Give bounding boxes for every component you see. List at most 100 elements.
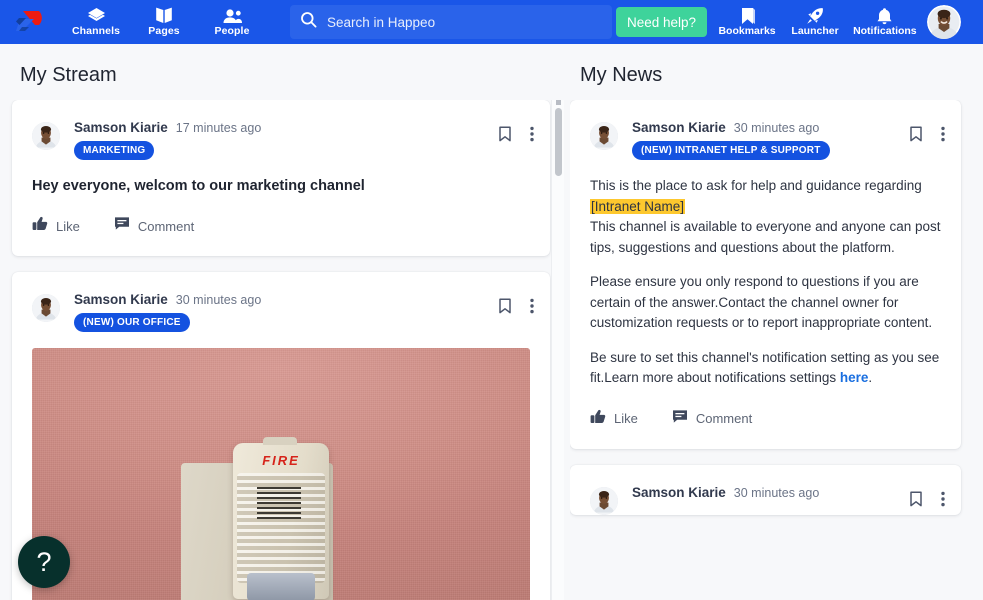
alarm-strobe [247, 573, 315, 600]
happeo-logo-icon[interactable] [0, 0, 62, 44]
rocket-icon [806, 7, 824, 24]
nav-item-channels[interactable]: Channels [62, 0, 130, 44]
main-content: My Stream Samson Kiarie 17 minutes ago M… [0, 44, 983, 600]
nav-label-channels: Channels [71, 25, 121, 37]
bookmark-outline-icon[interactable] [498, 126, 512, 142]
nav-item-launcher[interactable]: Launcher [781, 0, 849, 44]
intranet-name-highlight: [Intranet Name] [590, 198, 686, 214]
post-title: Hey everyone, welcom to our marketing ch… [32, 178, 365, 194]
help-button[interactable]: ? [18, 536, 70, 588]
fire-alarm-photo[interactable]: FIRE [32, 348, 530, 600]
comment-label: Comment [695, 411, 753, 426]
more-vertical-icon[interactable] [530, 298, 534, 314]
post-card[interactable]: Samson Kiarie 30 minutes ago (NEW) INTRA… [570, 100, 961, 449]
layers-icon [87, 7, 106, 24]
bookmark-icon [739, 7, 756, 24]
post-paragraph-1: This is the place to ask for help and gu… [590, 176, 941, 258]
channel-tag[interactable]: (NEW) INTRANET HELP & SUPPORT [632, 141, 830, 160]
post-timestamp: 17 minutes ago [175, 121, 262, 135]
top-navigation-bar: Channels Pages People Search in Happeo N… [0, 0, 983, 44]
bookmark-outline-icon[interactable] [909, 126, 923, 142]
news-scroll-area: Samson Kiarie 30 minutes ago (NEW) INTRA… [570, 100, 983, 600]
alarm-grille [257, 487, 301, 521]
alarm-body: FIRE [233, 437, 329, 600]
post-paragraph-3: Be sure to set this channel's notificati… [590, 348, 941, 389]
comment-button[interactable]: Comment [114, 216, 194, 236]
post-author[interactable]: Samson Kiarie [74, 292, 168, 307]
post-timestamp: 30 minutes ago [175, 293, 262, 307]
stream-column: My Stream Samson Kiarie 17 minutes ago M… [0, 44, 570, 600]
post-header: Samson Kiarie 17 minutes ago MARKETING [12, 100, 550, 160]
scroll-up-arrow[interactable] [556, 100, 561, 105]
more-vertical-icon[interactable] [530, 126, 534, 142]
avatar[interactable] [926, 5, 961, 39]
post-header: Samson Kiarie 30 minutes ago (NEW) OUR O… [12, 272, 550, 332]
channel-tag[interactable]: MARKETING [74, 141, 155, 160]
post-meta: Samson Kiarie 30 minutes ago (NEW) OUR O… [74, 292, 498, 332]
post-avatar[interactable] [590, 486, 618, 515]
post-text: This is the place to ask for help and gu… [590, 176, 941, 389]
main-nav: Channels Pages People [62, 0, 266, 44]
post-header-actions [909, 126, 945, 142]
more-vertical-icon[interactable] [941, 126, 945, 142]
post-avatar[interactable] [32, 122, 60, 150]
scrollbar-thumb[interactable] [555, 108, 562, 176]
need-help-button[interactable]: Need help? [616, 7, 708, 37]
channel-tag[interactable]: (NEW) OUR OFFICE [74, 313, 190, 332]
post-body: This is the place to ask for help and gu… [570, 160, 961, 389]
like-button[interactable]: Like [32, 216, 80, 236]
search-placeholder-text: Search in Happeo [327, 14, 436, 30]
comment-button[interactable]: Comment [672, 409, 752, 429]
post-meta: Samson Kiarie 17 minutes ago MARKETING [74, 120, 498, 160]
like-button[interactable]: Like [590, 409, 638, 429]
post-body: Hey everyone, welcom to our marketing ch… [12, 160, 550, 196]
comment-label: Comment [137, 218, 195, 234]
bookmark-outline-icon[interactable] [498, 298, 512, 314]
post-header: Samson Kiarie 30 minutes ago [570, 465, 961, 515]
post-text-notifications: Be sure to set this channel's notificati… [590, 349, 940, 386]
nav-item-notifications[interactable]: Notifications [849, 0, 921, 44]
stream-scroll-area: Samson Kiarie 17 minutes ago MARKETING H… [0, 100, 570, 600]
post-paragraph-2: Please ensure you only respond to questi… [590, 274, 933, 330]
post-actions: Like Comment [12, 196, 550, 256]
alarm-label-text: FIRE [262, 453, 300, 468]
post-header-actions [498, 298, 534, 314]
post-card[interactable]: Samson Kiarie 30 minutes ago [570, 464, 961, 515]
post-author[interactable]: Samson Kiarie [74, 120, 168, 135]
book-icon [155, 7, 173, 24]
page-title-news: My News [580, 64, 663, 86]
bookmark-outline-icon[interactable] [909, 490, 923, 507]
post-header-actions [909, 490, 945, 507]
post-text-availability: This channel is available to everyone an… [590, 219, 941, 255]
post-avatar[interactable] [32, 294, 60, 322]
fire-alarm-device: FIRE [181, 437, 333, 600]
like-label: Like [56, 218, 80, 234]
search-icon [300, 11, 317, 33]
post-author[interactable]: Samson Kiarie [632, 120, 726, 135]
thumbs-up-icon [32, 216, 48, 236]
more-vertical-icon[interactable] [941, 491, 945, 507]
nav-item-people[interactable]: People [198, 0, 266, 44]
nav-item-bookmarks[interactable]: Bookmarks [713, 0, 781, 44]
news-column: My News Samson Kiarie 30 minutes ago (NE… [570, 44, 983, 600]
post-timestamp: 30 minutes ago [733, 485, 820, 500]
here-link[interactable]: here [840, 370, 869, 385]
post-card[interactable]: Samson Kiarie 30 minutes ago (NEW) OUR O… [12, 272, 550, 600]
nav-label-launcher: Launcher [791, 25, 839, 37]
post-header-actions [498, 126, 534, 142]
comment-icon [114, 216, 130, 236]
post-author[interactable]: Samson Kiarie [632, 485, 726, 500]
search-input[interactable]: Search in Happeo [290, 5, 612, 39]
post-avatar[interactable] [590, 122, 618, 150]
comment-icon [672, 409, 688, 429]
stream-scrollbar[interactable] [551, 100, 564, 600]
post-text-intro: This is the place to ask for help and gu… [590, 178, 922, 193]
post-card[interactable]: Samson Kiarie 17 minutes ago MARKETING H… [12, 100, 550, 256]
nav-item-pages[interactable]: Pages [130, 0, 198, 44]
post-text-period: . [868, 370, 873, 385]
like-label: Like [614, 411, 638, 426]
nav-label-bookmarks: Bookmarks [718, 25, 776, 37]
post-meta: Samson Kiarie 30 minutes ago (NEW) INTRA… [632, 120, 909, 160]
people-icon [222, 7, 243, 24]
post-actions: Like Comment [570, 389, 961, 449]
